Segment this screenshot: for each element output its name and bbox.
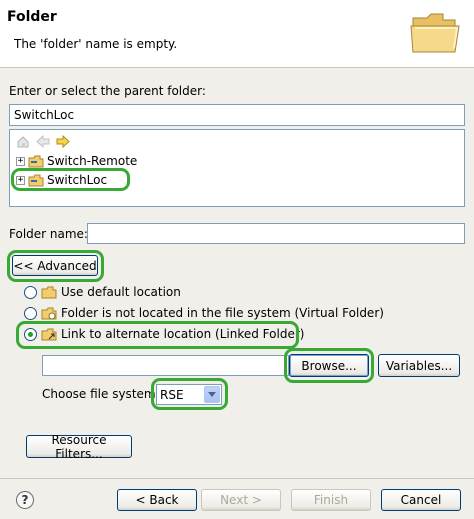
- variables-button[interactable]: Variables...: [378, 354, 460, 377]
- radio-button[interactable]: [24, 306, 37, 320]
- radio-label: Link to alternate location (Linked Folde…: [61, 327, 305, 341]
- parent-folder-input[interactable]: SwitchLoc: [9, 104, 465, 126]
- linked-folder-icon: [41, 328, 57, 340]
- next-button[interactable]: Next >: [201, 489, 281, 511]
- folder-banner-icon: [410, 13, 460, 53]
- finish-button[interactable]: Finish: [291, 489, 371, 511]
- wizard-header: Folder The 'folder' name is empty.: [0, 0, 474, 68]
- browse-button[interactable]: Browse...: [289, 354, 369, 377]
- project-folder-icon: [28, 174, 44, 186]
- forward-arrow-icon[interactable]: [56, 135, 70, 148]
- virtual-folder-icon: [41, 307, 57, 319]
- folder-name-input[interactable]: [87, 223, 465, 244]
- folder-name-label: Folder name:: [9, 227, 88, 241]
- location-input[interactable]: [42, 355, 289, 376]
- tree-item[interactable]: + Switch-Remote: [16, 154, 137, 168]
- expand-icon[interactable]: +: [16, 175, 25, 185]
- project-folder-icon: [28, 155, 44, 167]
- file-system-value: RSE: [160, 387, 184, 402]
- back-button[interactable]: < Back: [117, 489, 197, 511]
- radio-selected-dot: [28, 331, 33, 337]
- radio-button[interactable]: [24, 327, 37, 341]
- expand-icon[interactable]: +: [16, 156, 25, 166]
- footer-separator: [0, 478, 474, 479]
- radio-virtual-folder[interactable]: Folder is not located in the file system…: [24, 306, 384, 320]
- tree-item[interactable]: + SwitchLoc: [16, 173, 107, 187]
- parent-folder-label: Enter or select the parent folder:: [9, 84, 206, 98]
- tree-item-label: SwitchLoc: [47, 173, 108, 187]
- home-icon[interactable]: [16, 135, 30, 148]
- file-system-select[interactable]: RSE: [156, 384, 222, 405]
- cancel-button[interactable]: Cancel: [381, 489, 461, 511]
- header-message: The 'folder' name is empty.: [14, 37, 178, 51]
- folder-icon: [41, 286, 57, 298]
- radio-linked-folder[interactable]: Link to alternate location (Linked Folde…: [24, 327, 304, 341]
- radio-label: Folder is not located in the file system…: [61, 306, 384, 320]
- file-system-label: Choose file system:: [42, 387, 160, 401]
- chevron-down-icon[interactable]: [204, 386, 220, 403]
- tree-item-label: Switch-Remote: [47, 154, 138, 168]
- radio-button[interactable]: [24, 285, 37, 299]
- radio-default-location[interactable]: Use default location: [24, 285, 181, 299]
- radio-label: Use default location: [61, 285, 181, 299]
- resource-filters-button[interactable]: Resource Filters...: [26, 433, 132, 461]
- back-arrow-icon[interactable]: [36, 135, 50, 148]
- page-title: Folder: [7, 9, 57, 25]
- help-icon[interactable]: ?: [16, 491, 34, 509]
- folder-tree[interactable]: + Switch-Remote + SwitchLoc: [9, 129, 465, 207]
- advanced-button[interactable]: << Advanced: [12, 255, 98, 276]
